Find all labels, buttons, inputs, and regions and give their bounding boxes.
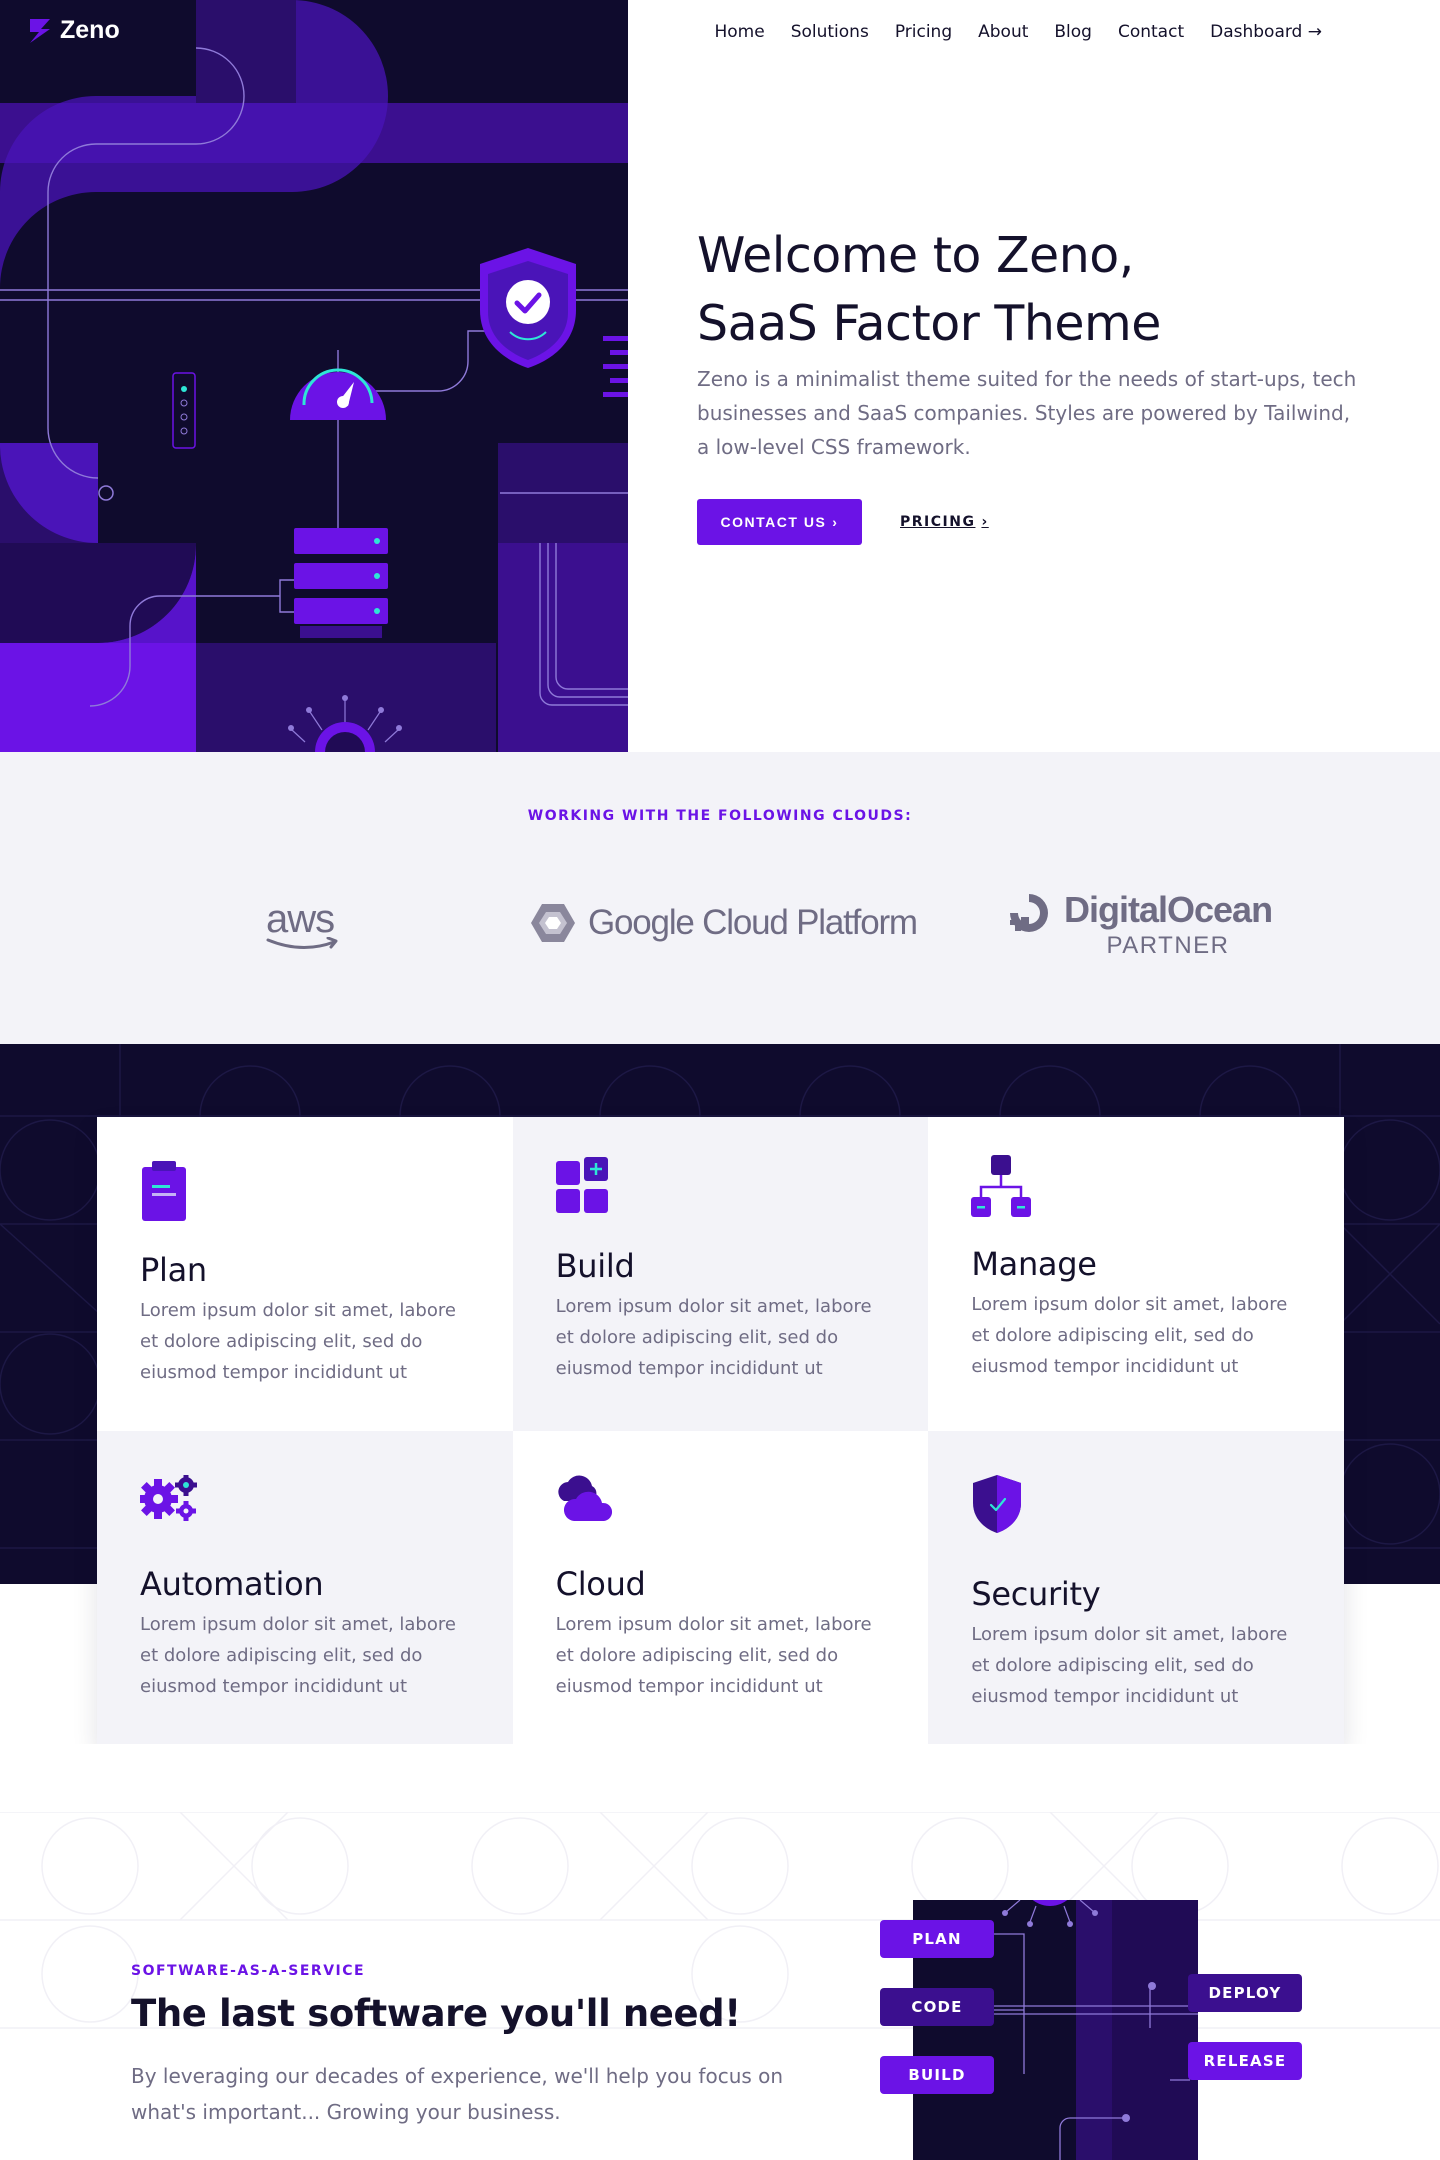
feature-card-cloud: Cloud Lorem ipsum dolor sit amet, labore… (513, 1431, 929, 1744)
feature-title: Build (555, 1247, 635, 1285)
feature-text: Lorem ipsum dolor sit amet, labore et do… (555, 1296, 872, 1379)
feature-text: Lorem ipsum dolor sit amet, labore et do… (140, 1300, 456, 1383)
digitalocean-icon (1010, 894, 1048, 932)
nav-contact[interactable]: Contact (1118, 22, 1184, 42)
hero-title: Welcome to Zeno, SaaS Factor Theme (697, 222, 1161, 358)
feature-text: Lorem ipsum dolor sit amet, labore et do… (971, 1294, 1288, 1377)
main-nav: Home Solutions Pricing About Blog Contac… (714, 22, 1322, 42)
saas-eyebrow: SOFTWARE-AS-A-SERVICE (131, 1963, 366, 1979)
logo-text: Zeno (60, 16, 120, 44)
hero-section: Zeno Home Solutions Pricing About Blog C… (0, 0, 1440, 752)
pill-code: CODE (880, 1988, 994, 2026)
nav-pricing[interactable]: Pricing (895, 22, 952, 42)
blocks-icon (555, 1157, 608, 1213)
feature-text: Lorem ipsum dolor sit amet, labore et do… (971, 1624, 1288, 1707)
feature-title: Automation (140, 1565, 324, 1603)
clipboard-icon (142, 1161, 186, 1221)
zeno-logo-icon (30, 18, 50, 43)
feature-card-security: Security Lorem ipsum dolor sit amet, lab… (928, 1431, 1344, 1744)
feature-icon-wrap (140, 1161, 471, 1229)
shield-icon (973, 1475, 1022, 1533)
feature-title: Cloud (555, 1565, 646, 1603)
gcp-logo-text: Google Cloud Platform (588, 903, 918, 942)
pill-deploy: DEPLOY (1188, 1974, 1302, 2012)
feature-card-manage: Manage Lorem ipsum dolor sit amet, labor… (928, 1117, 1344, 1431)
aws-smile-icon (266, 937, 338, 950)
feature-icon-wrap (140, 1475, 471, 1543)
cloud-icon (558, 1475, 612, 1521)
hero-subtitle: Zeno is a minimalist theme suited for th… (697, 367, 1357, 459)
hierarchy-icon (971, 1155, 1032, 1217)
contact-us-button[interactable]: CONTACT US › (697, 499, 862, 545)
clouds-heading: WORKING WITH THE FOLLOWING CLOUDS: (527, 808, 913, 824)
gcp-logo: Google Cloud Platform (530, 902, 918, 944)
hero-illustration-graphic (0, 0, 628, 752)
pill-plan: PLAN (880, 1920, 994, 1958)
gears-icon (140, 1475, 197, 1521)
feature-text: Lorem ipsum dolor sit amet, labore et do… (140, 1614, 456, 1697)
digitalocean-partner-text: PARTNER (1106, 932, 1230, 959)
hero-title-line2: SaaS Factor Theme (697, 295, 1161, 352)
contact-us-label: CONTACT US (720, 514, 827, 530)
feature-icon-wrap (971, 1475, 1302, 1553)
hero-illustration (0, 0, 628, 752)
nav-home[interactable]: Home (714, 22, 764, 42)
pill-build: BUILD (880, 2056, 994, 2094)
saas-section: SOFTWARE-AS-A-SERVICE The last software … (0, 1744, 1440, 2160)
aws-logo-text: aws (266, 897, 335, 941)
chevron-right-icon: › (981, 514, 989, 530)
nav-blog[interactable]: Blog (1054, 22, 1092, 42)
feature-icon-wrap (971, 1155, 1302, 1223)
nav-solutions[interactable]: Solutions (791, 22, 869, 42)
pricing-link[interactable]: PRICING › (900, 499, 989, 545)
gcp-hexagon-icon (531, 904, 575, 942)
feature-card-build: Build Lorem ipsum dolor sit amet, labore… (512, 1117, 929, 1431)
feature-title: Security (971, 1575, 1101, 1613)
aws-logo: aws (266, 897, 338, 950)
feature-card-plan: Plan Lorem ipsum dolor sit amet, labore … (97, 1117, 513, 1431)
digitalocean-logo: DigitalOcean PARTNER (1006, 889, 1273, 960)
logo[interactable]: Zeno (28, 16, 120, 45)
devops-illustration: PLAN CODE BUILD DEPLOY RELEASE (880, 1900, 1302, 2160)
feature-card-automation: Automation Lorem ipsum dolor sit amet, l… (97, 1431, 513, 1744)
digitalocean-text-block: DigitalOcean PARTNER (1064, 889, 1273, 960)
nav-about[interactable]: About (978, 22, 1028, 42)
feature-icon-wrap (556, 1475, 887, 1543)
feature-icon-wrap (555, 1157, 887, 1225)
feature-text: Lorem ipsum dolor sit amet, labore et do… (555, 1614, 872, 1697)
clouds-section: WORKING WITH THE FOLLOWING CLOUDS: aws G… (0, 752, 1440, 1044)
saas-title: The last software you'll need! (131, 1992, 741, 2035)
digitalocean-logo-text: DigitalOcean (1064, 889, 1273, 930)
chevron-right-icon: › (832, 514, 839, 530)
hero-title-line1: Welcome to Zeno, (697, 227, 1134, 284)
saas-text: By leveraging our decades of experience,… (131, 2064, 784, 2124)
pricing-label: PRICING (900, 514, 976, 530)
feature-title: Manage (971, 1245, 1097, 1283)
feature-title: Plan (140, 1251, 207, 1289)
features-grid: Plan Lorem ipsum dolor sit amet, labore … (97, 1117, 1344, 1744)
pill-release: RELEASE (1188, 2042, 1302, 2080)
nav-dashboard[interactable]: Dashboard → (1210, 22, 1322, 42)
